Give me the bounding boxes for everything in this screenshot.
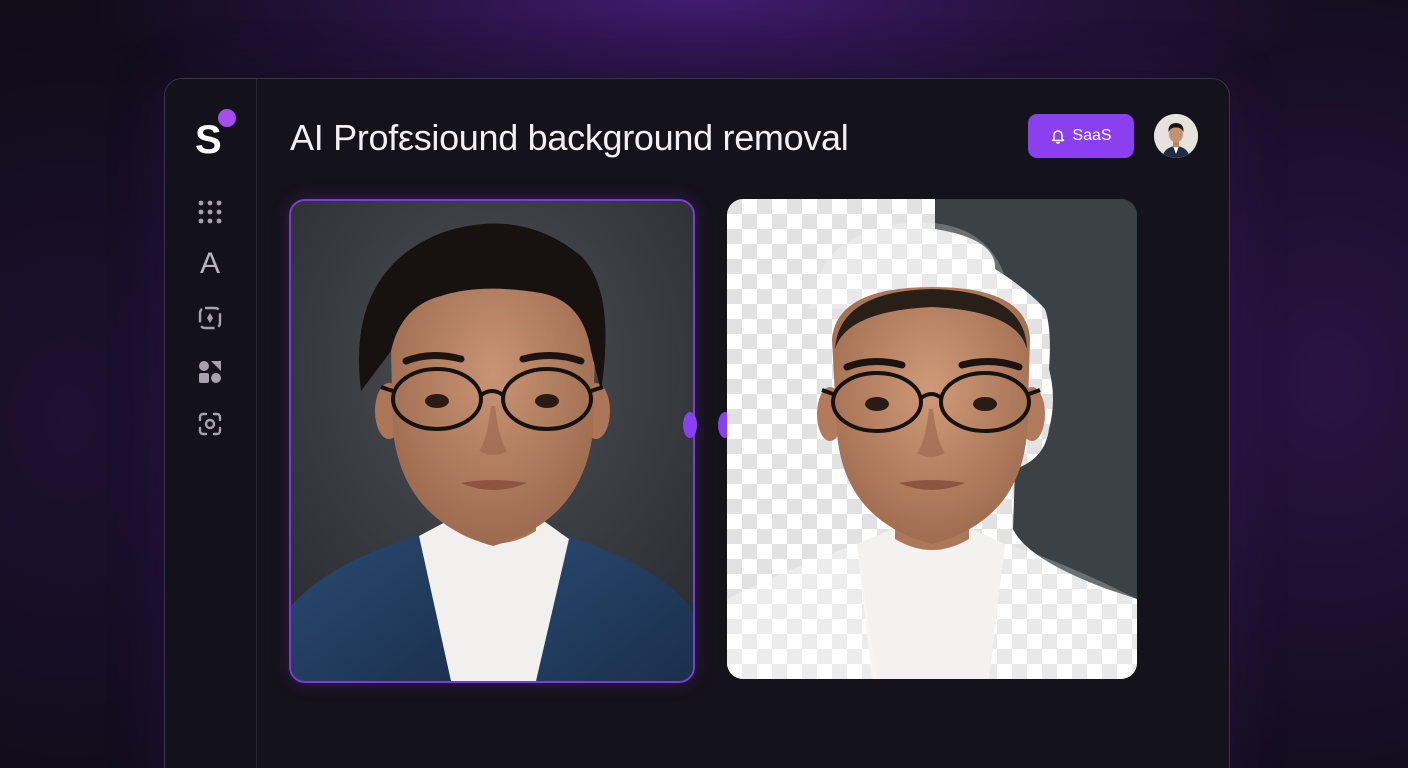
text-letter-icon: A xyxy=(199,247,220,280)
focus-icon xyxy=(198,412,222,436)
avatar-portrait xyxy=(1154,114,1198,158)
saas-button[interactable]: SaaS xyxy=(1028,114,1134,158)
sidebar-item-apps[interactable] xyxy=(195,197,225,227)
app-logo[interactable]: S xyxy=(195,109,241,165)
sidebar-item-shapes[interactable] xyxy=(195,357,225,387)
shapes-icon xyxy=(199,361,221,383)
page-background: S A AI Profεsiound background removal Sa… xyxy=(0,0,1408,768)
compare-handle-left[interactable] xyxy=(683,412,697,438)
user-avatar[interactable] xyxy=(1154,114,1198,158)
saas-button-label: SaaS xyxy=(1072,127,1112,144)
page-title: AI Profεsiound background removal xyxy=(290,117,849,158)
result-portrait-image xyxy=(727,199,1137,679)
original-image-panel[interactable] xyxy=(289,199,695,683)
sidebar: S A xyxy=(165,79,257,768)
sidebar-item-frame[interactable] xyxy=(195,303,225,333)
result-image-panel[interactable] xyxy=(727,199,1137,679)
frame-icon xyxy=(198,306,222,330)
sidebar-item-text[interactable]: A xyxy=(195,249,225,279)
bell-icon xyxy=(1052,130,1065,144)
logo-letter: S xyxy=(195,118,222,162)
logo-dot xyxy=(218,109,236,127)
sidebar-item-focus[interactable] xyxy=(195,409,225,439)
app-window: S A AI Profεsiound background removal Sa… xyxy=(164,78,1230,768)
original-portrait-image xyxy=(291,201,693,681)
apps-grid-icon xyxy=(198,200,222,224)
